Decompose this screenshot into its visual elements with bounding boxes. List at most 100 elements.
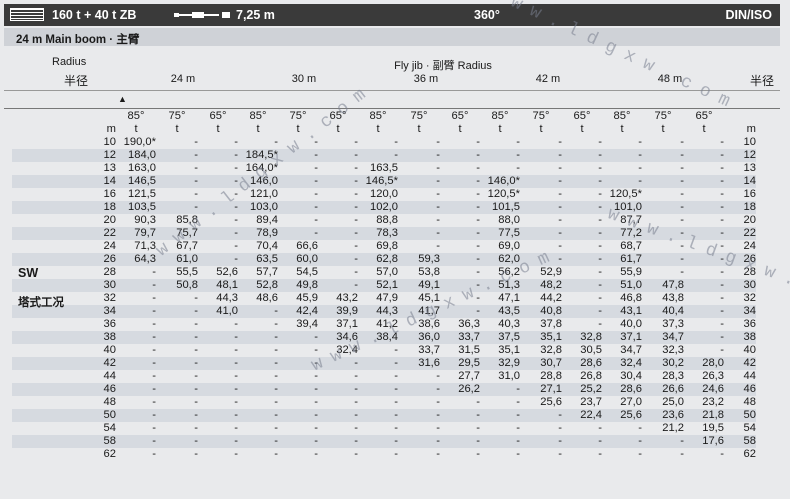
load-cell: - (274, 305, 278, 317)
angle-header: 75° (654, 110, 672, 122)
load-cell: 70,4 (256, 240, 278, 252)
unit-t: t (376, 123, 380, 135)
load-cell: - (152, 435, 156, 447)
load-cell: - (476, 162, 480, 174)
load-cell: 27,0 (620, 396, 642, 408)
load-cell: - (274, 448, 278, 460)
radius-cell: 12 (103, 149, 116, 161)
load-cell: - (354, 448, 358, 460)
load-cell: - (234, 344, 238, 356)
radius-cell-right: 18 (743, 201, 756, 213)
load-cell: 28,8 (540, 370, 562, 382)
table-row: 24 71,3 67,7-70,4 66,6-69,8- -69,0- -68,7- -24 (12, 240, 756, 253)
load-cell: - (598, 266, 602, 278)
load-cell: 120,5* (609, 188, 642, 200)
load-cell: 43,2 (336, 292, 358, 304)
load-cell: 163,5 (370, 162, 398, 174)
load-cell: 17,6 (702, 435, 724, 447)
angle-header: 65° (209, 110, 227, 122)
load-cell: 31,0 (498, 370, 520, 382)
angle-header: 65° (573, 110, 591, 122)
load-cell: 25,6 (620, 409, 642, 421)
load-cell: - (314, 227, 318, 239)
load-cell: 48,2 (540, 279, 562, 291)
radius-cell-right: 44 (743, 370, 756, 382)
load-cell: - (720, 448, 724, 460)
radius-cell: 62 (103, 448, 116, 460)
load-cell: - (354, 422, 358, 434)
radius-cell-right: 32 (743, 292, 756, 304)
unit-t: t (458, 123, 462, 135)
load-cell: - (516, 396, 520, 408)
load-cell: - (436, 370, 440, 382)
load-cell: 103,0 (250, 201, 278, 213)
fly-jib-title: Fly jib · 副臂 Radius (394, 60, 492, 72)
load-cell: 90,3 (134, 214, 156, 226)
load-cell: - (314, 201, 318, 213)
table-row: 54 - - - - - - - - - - - - - 21,2 19,5 54 (12, 422, 756, 435)
load-cell: - (476, 396, 480, 408)
load-cell: 28,3 (662, 370, 684, 382)
load-cell: - (234, 357, 238, 369)
load-cell: 55,9 (620, 266, 642, 278)
load-cell: - (476, 214, 480, 226)
load-cell: - (516, 383, 520, 395)
load-cell: - (194, 435, 198, 447)
load-cell: - (314, 448, 318, 460)
load-cell: 50,8 (176, 279, 198, 291)
unit-t: t (539, 123, 543, 135)
table-row: 46 - - - - - - - - 26,2 - 27,1 25,2 28,6 26,6 24,6 46 (12, 383, 756, 396)
load-cell: - (720, 292, 724, 304)
load-cell: - (194, 448, 198, 460)
jib-length-24: 24 m (170, 73, 196, 85)
radius-cell-right: 46 (743, 383, 756, 395)
load-cell: - (314, 383, 318, 395)
radius-label-en: Radius (52, 56, 87, 68)
load-cell: 39,4 (296, 318, 318, 330)
load-cell: - (354, 136, 358, 148)
load-cell: 41,0 (216, 305, 238, 317)
load-cell: 69,0 (498, 240, 520, 252)
grid-icon (10, 8, 44, 21)
table-row: 58 - - - - - - - - - - - - - - 17,6 58 (12, 435, 756, 448)
load-cell: - (680, 448, 684, 460)
angle-header: 75° (410, 110, 428, 122)
load-cell: - (638, 422, 642, 434)
load-cell: - (558, 136, 562, 148)
load-cell: - (234, 149, 238, 161)
table-row: 44- - - - - - - -27,7 31,0 28,8 26,8 30,4 28,3 26,3 44 (12, 370, 756, 383)
load-cell: - (558, 214, 562, 226)
load-cell: - (598, 305, 602, 317)
load-cell: - (516, 149, 520, 161)
load-cell: 43,1 (620, 305, 642, 317)
radius-cell-right: 12 (743, 149, 756, 161)
unit-t: t (661, 123, 665, 135)
load-cell: - (314, 422, 318, 434)
load-cell: - (436, 448, 440, 460)
main-boom-label: 24 m Main boom · 主臂 (16, 34, 140, 46)
unit-m-right: m (746, 123, 756, 135)
load-cell: 31,6 (418, 357, 440, 369)
load-cell: - (152, 305, 156, 317)
table-row: 32- -44,3 48,6 45,9 43,2 47,9 45,1-47,1 44,2-46… (12, 292, 756, 305)
load-cell: - (476, 227, 480, 239)
load-cell: - (680, 253, 684, 265)
load-cell: 44,3 (376, 305, 398, 317)
load-cell: - (394, 409, 398, 421)
load-cell: 28,0 (702, 357, 724, 369)
unit-t: t (175, 123, 179, 135)
load-cell: - (558, 149, 562, 161)
load-cell: 47,8 (662, 279, 684, 291)
radius-cell-right: 36 (743, 318, 756, 330)
radius-cell-right: 38 (743, 331, 756, 343)
load-cell: 53,8 (418, 266, 440, 278)
load-cell: - (314, 214, 318, 226)
load-cell: 22,4 (580, 409, 602, 421)
load-cell: - (234, 435, 238, 447)
load-cell: - (152, 357, 156, 369)
load-cell: 66,6 (296, 240, 318, 252)
load-cell: - (194, 318, 198, 330)
load-cell: - (194, 201, 198, 213)
load-cell: - (638, 448, 642, 460)
load-cell: 79,7 (134, 227, 156, 239)
